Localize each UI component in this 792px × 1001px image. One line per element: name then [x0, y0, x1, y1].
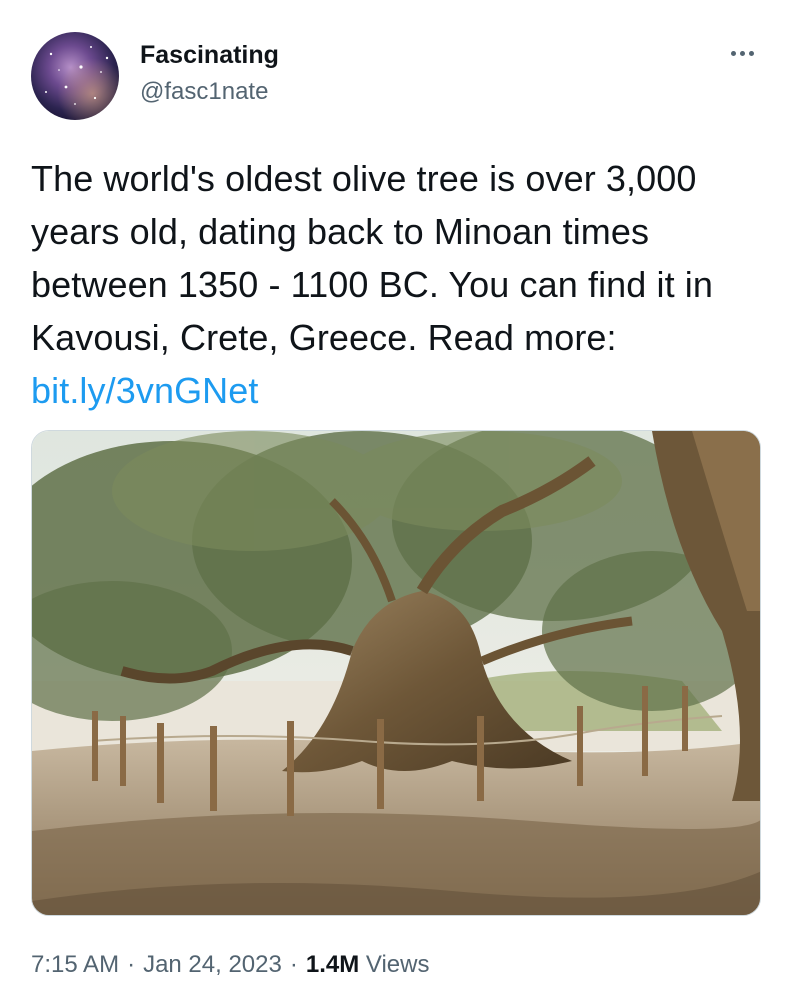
more-options-icon[interactable] [722, 38, 762, 68]
tweet-meta: 7:15 AM · Jan 24, 2023 · 1.4M Views [31, 948, 429, 982]
separator: · [289, 951, 298, 978]
separator: · [127, 951, 136, 978]
tweet-date[interactable]: Jan 24, 2023 [143, 951, 282, 978]
olive-tree-photo [32, 431, 760, 915]
dot [748, 50, 754, 56]
display-name[interactable]: Fascinating [140, 40, 279, 70]
views-label: Views [365, 951, 430, 978]
views-count: 1.4M [305, 951, 360, 978]
tweet-link[interactable]: bit.ly/3vnGNet [31, 370, 259, 411]
galaxy-avatar-icon [31, 32, 119, 120]
avatar[interactable] [31, 32, 119, 120]
dot [730, 50, 736, 56]
tweet-photo[interactable] [31, 430, 761, 916]
tweet-card: Fascinating @fasc1nate The world's oldes… [0, 0, 792, 1001]
user-handle[interactable]: @fasc1nate [140, 77, 268, 107]
dot [739, 50, 745, 56]
tweet-text: The world's oldest olive tree is over 3,… [31, 152, 751, 417]
tweet-body: The world's oldest olive tree is over 3,… [31, 158, 714, 358]
tweet-time[interactable]: 7:15 AM [31, 951, 119, 978]
